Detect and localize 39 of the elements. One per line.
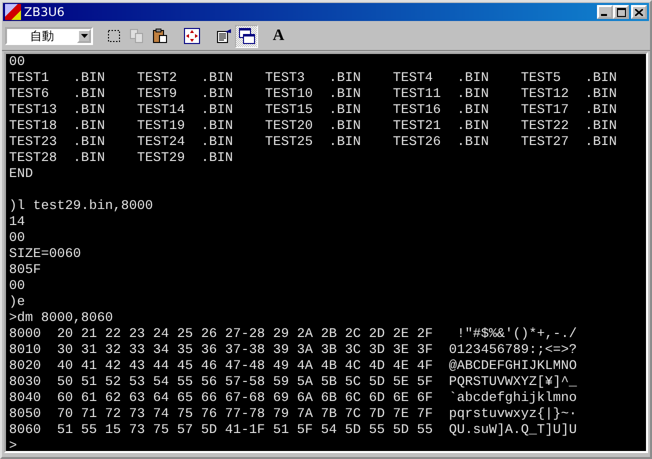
close-icon xyxy=(635,8,643,16)
console-line: 00 xyxy=(9,231,26,247)
windows-icon xyxy=(238,28,254,44)
console-line: 8050 70 71 72 73 74 75 76 77-78 79 7A 7B 7C 7D 7E 7F pqrstuvwxyz{|}~· xyxy=(9,407,578,423)
console-line: TEST6 .BIN TEST9 .BIN TEST10 .BIN TEST11 .BIN TEST12 .BIN xyxy=(9,87,618,103)
font-size-dropdown[interactable]: 自動 xyxy=(5,27,93,45)
console-line: 8010 30 31 32 33 34 35 36 37-38 39 3A 3B 3C 3D 3E 3F 0123456789:;<=>? xyxy=(9,343,578,359)
console-line: >dm 8000,8060 xyxy=(9,311,114,327)
console-line: 8000 20 21 22 23 24 25 26 27-28 29 2A 2B 2C 2D 2E 2F !"#$%&'()*+,-./ xyxy=(9,327,578,343)
console-line: 8030 50 51 52 53 54 55 56 57-58 59 5A 5B 5C 5D 5E 5F PQRSTUVWXYZ[¥]^_ xyxy=(9,375,578,391)
console-line: )e xyxy=(9,295,26,311)
console-line: 8040 60 61 62 63 64 65 66 67-68 69 6A 6B 6C 6D 6E 6F `abcdefghijklmno xyxy=(9,391,578,407)
console-line: SIZE=0060 xyxy=(9,247,82,263)
console-line: TEST1 .BIN TEST2 .BIN TEST3 .BIN TEST4 .BIN TEST5 .BIN xyxy=(9,71,618,87)
dropdown-caret-icon[interactable] xyxy=(77,29,91,43)
console-line: > xyxy=(9,439,18,451)
console-line: TEST13 .BIN TEST14 .BIN TEST15 .BIN TEST16 .BIN TEST17 .BIN xyxy=(9,103,618,119)
console-line: 8020 40 41 42 43 44 45 46 47-48 49 4A 4B 4C 4D 4E 4F @ABCDEFGHIJKLMNO xyxy=(9,359,578,375)
fullscreen-icon xyxy=(184,28,200,44)
close-button[interactable] xyxy=(631,5,647,19)
console-line: TEST23 .BIN TEST24 .BIN TEST25 .BIN TEST26 .BIN TEST27 .BIN xyxy=(9,135,618,151)
window-title: ZB3U6 xyxy=(24,5,66,19)
maximize-button[interactable] xyxy=(613,5,629,19)
maximize-icon xyxy=(616,8,626,16)
selection-icon xyxy=(106,28,122,44)
console-line: 00 xyxy=(9,55,26,71)
console-line: 00 xyxy=(9,279,26,295)
properties-icon xyxy=(216,28,232,44)
console-line: )l test29.bin,8000 xyxy=(9,199,154,215)
console-line: 805F xyxy=(9,263,42,279)
copy-icon xyxy=(128,28,144,44)
minimize-button[interactable] xyxy=(597,5,613,19)
console-line: 14 xyxy=(9,215,26,231)
console-line: END xyxy=(9,167,34,183)
clipboard-icon xyxy=(152,28,168,44)
console-line: 8060 51 55 15 73 75 57 5D 41-1F 51 5F 54 5D 55 5D 55 QU.suW]A.Q_T]U]U xyxy=(9,423,578,439)
app-icon xyxy=(5,4,21,20)
console-line: TEST18 .BIN TEST19 .BIN TEST20 .BIN TEST21 .BIN TEST22 .BIN xyxy=(9,119,618,135)
console-line: TEST28 .BIN TEST29 .BIN xyxy=(9,151,234,167)
